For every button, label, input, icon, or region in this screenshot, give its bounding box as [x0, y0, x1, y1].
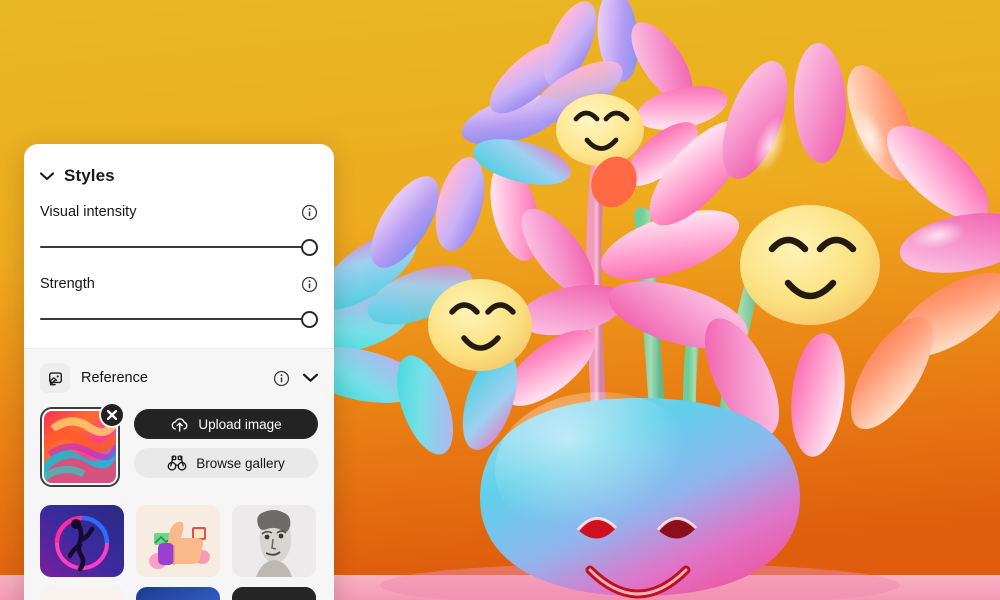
binoculars-icon: [167, 455, 187, 471]
image-reference-glyph: [48, 371, 62, 385]
reference-gallery-grid: [40, 505, 318, 600]
image-reference-icon[interactable]: [40, 363, 70, 393]
gallery-item-classical-portrait[interactable]: [232, 505, 316, 577]
visual-intensity-control: Visual intensity: [40, 200, 318, 266]
reference-header: Reference: [40, 363, 318, 393]
gallery-item-neon-dancer[interactable]: [40, 505, 124, 577]
slider-thumb[interactable]: [301, 239, 318, 256]
strength-label: Strength: [40, 276, 95, 292]
cloud-upload-icon: [172, 417, 188, 432]
slider-thumb[interactable]: [301, 311, 318, 328]
info-icon[interactable]: [301, 204, 318, 221]
gallery-item-dark-object[interactable]: [232, 587, 316, 600]
styles-panel-top: Styles Visual intensity Strength: [24, 144, 334, 338]
visual-intensity-slider[interactable]: [40, 228, 318, 266]
page-title: Styles: [64, 166, 115, 185]
browse-gallery-button[interactable]: Browse gallery: [134, 448, 318, 478]
gallery-item-blue-pink-clouds[interactable]: [136, 587, 220, 600]
strength-control: Strength: [40, 272, 318, 338]
gallery-item-thumbs-up[interactable]: [136, 505, 220, 577]
upload-image-button[interactable]: Upload image: [134, 409, 318, 439]
chevron-down-icon: [40, 171, 54, 180]
reference-label: Reference: [81, 370, 148, 386]
reference-action-buttons: Upload image Browse gallery: [134, 407, 318, 487]
reference-section: Reference Upload image Browse gallery: [24, 348, 334, 600]
info-icon[interactable]: [301, 276, 318, 293]
chevron-down-icon[interactable]: [303, 373, 318, 383]
reference-header-actions: [273, 370, 318, 387]
visual-intensity-label: Visual intensity: [40, 204, 137, 220]
slider-track: [40, 318, 308, 320]
strength-slider[interactable]: [40, 300, 318, 338]
info-icon[interactable]: [273, 370, 290, 387]
selected-reference-thumbnail[interactable]: [40, 404, 123, 487]
upload-image-label: Upload image: [198, 416, 282, 432]
reference-body: Upload image Browse gallery: [40, 404, 318, 487]
visual-intensity-row: Visual intensity: [40, 200, 318, 224]
strength-row: Strength: [40, 272, 318, 296]
styles-panel: Styles Visual intensity Strength Referen…: [24, 144, 334, 600]
gallery-item-pink-figures[interactable]: [40, 587, 124, 600]
styles-section-toggle[interactable]: Styles: [40, 166, 318, 186]
close-icon[interactable]: [101, 404, 123, 426]
slider-track: [40, 246, 308, 248]
browse-gallery-label: Browse gallery: [196, 455, 285, 471]
